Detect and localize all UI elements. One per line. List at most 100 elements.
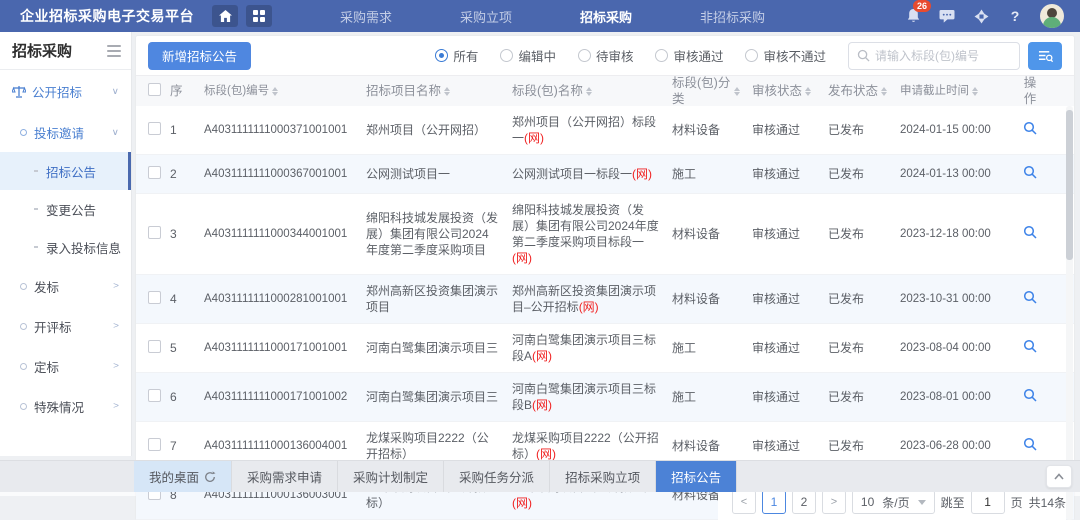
home-icon[interactable] [212,5,238,27]
bottom-tab-2[interactable]: 采购计划制定 [338,461,444,492]
column-label: 申请截止时间 [900,83,969,99]
jump-page-input[interactable] [971,490,1005,514]
table-body: 1A4031111111000371001001郑州项目（公开网招）郑州项目（公… [136,106,1074,520]
fullscreen-expand-icon[interactable] [972,7,990,25]
sidebar-item-6[interactable]: 开评标> [0,306,131,346]
cell-code: A4031111111000371001001 [198,114,360,146]
tabbar-collapse-button[interactable] [1046,465,1072,488]
filter-radio-1[interactable]: 编辑中 [500,46,556,65]
top-navbar: 企业招标采购电子交易平台 采购需求采购立项招标采购非招标采购 26 ? [0,0,1080,32]
view-detail-button[interactable] [1023,121,1037,135]
app-title: 企业招标采购电子交易平台 [0,6,212,26]
new-announcement-button[interactable]: 新增招标公告 [148,42,251,70]
filter-radio-4[interactable]: 审核不通过 [745,46,826,65]
page-button-1[interactable]: 1 [762,490,786,514]
sidebar-item-8[interactable]: 特殊情况> [0,386,131,426]
sidebar-item-label: 招标公告 [46,162,96,181]
view-detail-button[interactable] [1023,225,1037,239]
column-header-3[interactable]: 标段(包)名称 [506,75,666,107]
nav-item-2[interactable]: 招标采购 [546,7,666,26]
net-tag: (网) [532,349,552,363]
filter-radio-3[interactable]: 审核通过 [655,46,723,65]
jump-unit: 页 [1011,494,1023,511]
advanced-search-button[interactable] [1028,42,1062,70]
row-checkbox[interactable] [148,291,161,304]
table-header: 序标段(包)编号招标项目名称标段(包)名称标段(包)分类审核状态发布状态申请截止… [136,76,1074,106]
apps-grid-icon[interactable] [246,5,272,27]
search-input-wrap [848,42,1020,70]
page-size-unit: 条/页 [882,494,909,511]
table-row: 1A4031111111000371001001郑州项目（公开网招）郑州项目（公… [136,106,1074,155]
bottom-tab-0[interactable]: 我的桌面 [134,461,232,492]
view-detail-button[interactable] [1023,290,1037,304]
next-page-button[interactable]: > [822,490,846,514]
bottom-tab-3[interactable]: 采购任务分派 [444,461,550,492]
jump-label: 跳至 [941,494,965,511]
cell-audit-status: 审核通过 [746,218,822,250]
bottom-tab-4[interactable]: 招标采购立项 [550,461,656,492]
chevron-down-icon: ∨ [112,86,119,96]
cell-project-name: 河南白鹭集团演示项目三 [360,381,506,413]
notification-bell-icon[interactable]: 26 [904,7,922,25]
bottom-tab-1[interactable]: 采购需求申请 [232,461,338,492]
table-row: 2A4031111111000367001001公网测试项目一公网测试项目一标段… [136,155,1074,194]
cell-seq: 3 [164,218,198,250]
sidebar-item-label: 公开招标 [32,82,82,101]
filter-radio-0[interactable]: 所有 [435,46,478,65]
page-size-select[interactable]: 10 条/页 [852,490,935,514]
page-button-2[interactable]: 2 [792,490,816,514]
view-detail-button[interactable] [1023,165,1037,179]
row-checkbox[interactable] [148,340,161,353]
notification-badge: 26 [913,0,931,12]
row-checkbox[interactable] [148,226,161,239]
sidebar-item-2[interactable]: 招标公告 [0,152,131,190]
ring-icon [20,323,27,330]
view-detail-button[interactable] [1023,388,1037,402]
cell-deadline: 2023-08-01 00:00 [894,381,1012,413]
sidebar-item-5[interactable]: 发标> [0,266,131,306]
cell-publish-status: 已发布 [822,158,894,190]
filter-radio-2[interactable]: 待审核 [578,46,634,65]
view-detail-button[interactable] [1023,437,1037,451]
nav-item-1[interactable]: 采购立项 [426,7,546,26]
column-header-5[interactable]: 审核状态 [746,75,822,107]
row-checkbox[interactable] [148,438,161,451]
row-checkbox[interactable] [148,122,161,135]
row-checkbox[interactable] [148,166,161,179]
cell-deadline: 2023-10-31 00:00 [894,283,1012,315]
radio-icon [578,49,591,62]
row-checkbox[interactable] [148,389,161,402]
column-header-2[interactable]: 招标项目名称 [360,75,506,107]
sidebar-item-0[interactable]: 公开招标 ∨ [0,70,131,112]
message-icon[interactable] [938,7,956,25]
sidebar-item-label: 投标邀请 [34,123,84,142]
cell-seq: 7 [164,430,198,462]
view-detail-button[interactable] [1023,339,1037,353]
toolbar: 新增招标公告 所有 编辑中 待审核 审核通过 审核不通过 [136,36,1074,76]
cell-publish-status: 已发布 [822,332,894,364]
cell-deadline: 2023-08-04 00:00 [894,332,1012,364]
sidebar-item-7[interactable]: 定标> [0,346,131,386]
column-header-6[interactable]: 发布状态 [822,75,894,107]
sidebar-item-label: 开评标 [34,317,72,336]
select-all-checkbox[interactable] [148,83,161,96]
cell-deadline: 2023-06-28 00:00 [894,430,1012,462]
column-header-1[interactable]: 标段(包)编号 [198,75,360,107]
help-icon[interactable]: ? [1006,7,1024,25]
chevron-right-icon: > [113,281,119,291]
column-header-7[interactable]: 申请截止时间 [894,75,1012,107]
net-tag: (网) [532,398,552,412]
sidebar-collapse-icon[interactable] [107,42,121,60]
nav-item-0[interactable]: 采购需求 [306,7,426,26]
sidebar-item-3[interactable]: 变更公告 [0,190,131,228]
search-input[interactable] [875,49,1011,63]
nav-item-3[interactable]: 非招标采购 [666,7,799,26]
cell-code: A4031111111000344001001 [198,218,360,250]
prev-page-button[interactable]: < [732,490,756,514]
table-scrollbar-thumb[interactable] [1066,110,1073,260]
bottom-tab-5[interactable]: 招标公告 [656,461,737,492]
sidebar-item-4[interactable]: 录入投标信息 [0,228,131,266]
sidebar-item-1[interactable]: 投标邀请∨ [0,112,131,152]
main-menu: 采购需求采购立项招标采购非招标采购 [306,7,799,26]
user-avatar[interactable] [1040,4,1064,28]
